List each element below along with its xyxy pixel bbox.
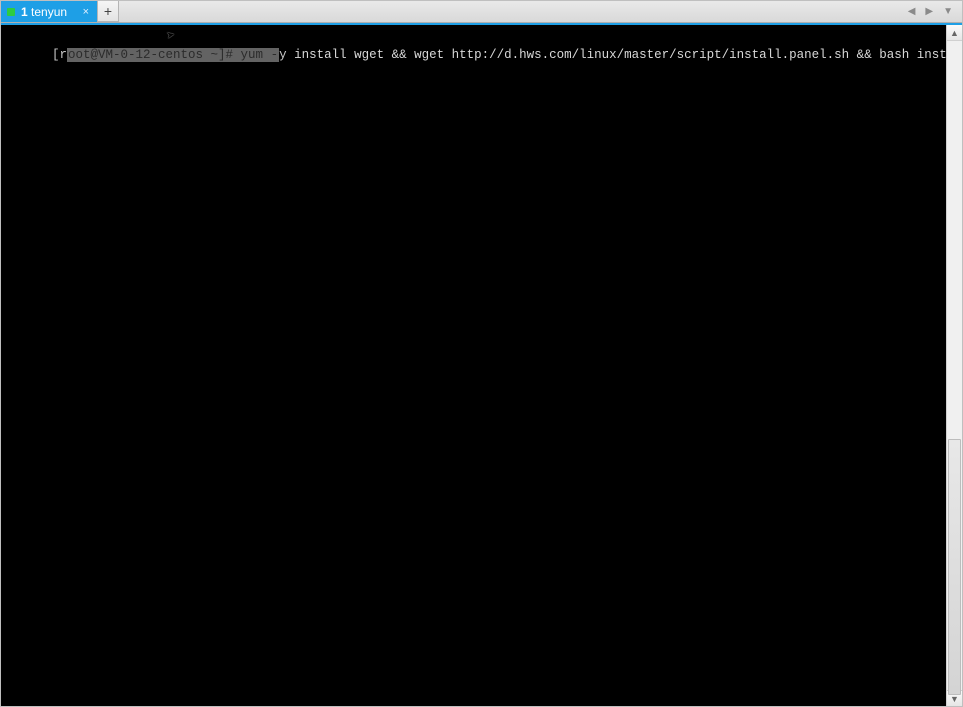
terminal[interactable]: [root@VM-0-12-centos ~]# yum -y install … — [1, 25, 946, 706]
next-tab-button[interactable]: ▶ — [922, 4, 936, 19]
prev-tab-button[interactable]: ◀ — [905, 4, 919, 19]
new-tab-button[interactable]: + — [97, 1, 119, 22]
tab-label: 1 tenyun — [21, 5, 67, 19]
close-icon[interactable]: × — [81, 6, 91, 18]
terminal-area: [root@VM-0-12-centos ~]# yum -y install … — [1, 25, 962, 706]
prompt-suffix: y — [279, 48, 287, 62]
scroll-up-button[interactable]: ▲ — [947, 25, 962, 41]
mouse-pointer-icon: ➤ — [166, 28, 177, 45]
prompt-highlight: oot@VM-0-12-centos ~]# yum - — [67, 48, 279, 62]
command-text: install wget && wget http://d.hws.com/li… — [287, 48, 946, 62]
scroll-track[interactable] — [947, 41, 962, 690]
connection-status-icon — [7, 8, 15, 16]
tab-menu-button[interactable]: ▼ — [940, 4, 956, 19]
app-window: 1 tenyun × + ◀ ▶ ▼ [root@VM-0-12-centos … — [0, 0, 963, 707]
vertical-scrollbar[interactable]: ▲ ▼ — [946, 25, 962, 706]
tab-bar: 1 tenyun × + ◀ ▶ ▼ — [1, 1, 962, 23]
prompt-prefix: [r — [52, 48, 67, 62]
tab-bar-controls: ◀ ▶ ▼ — [905, 1, 962, 22]
tab-tenyun[interactable]: 1 tenyun × — [1, 1, 97, 22]
terminal-line: [root@VM-0-12-centos ~]# yum -y install … — [52, 47, 946, 63]
scroll-thumb[interactable] — [948, 439, 961, 695]
